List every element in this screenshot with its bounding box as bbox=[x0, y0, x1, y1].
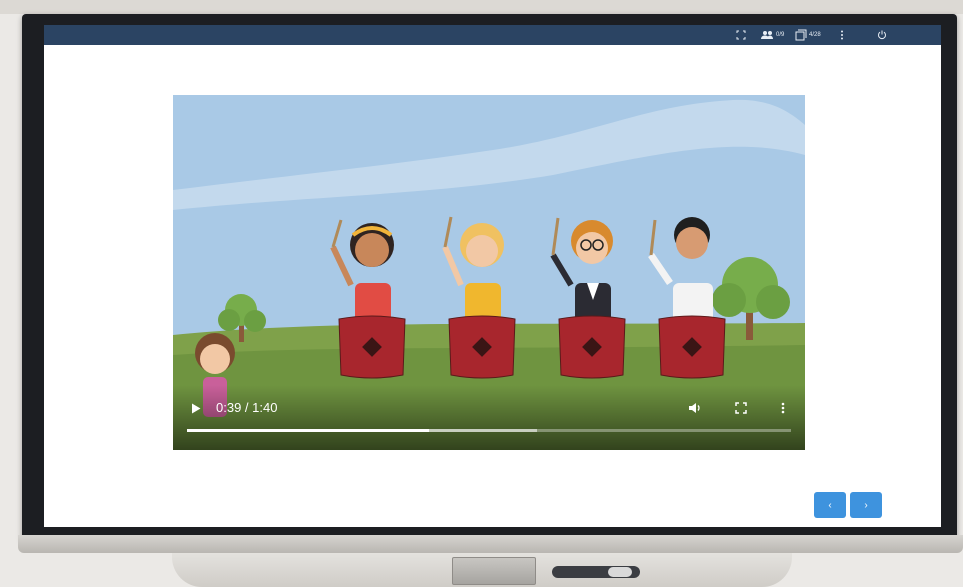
pages-icon bbox=[795, 29, 807, 41]
more-icon[interactable] bbox=[840, 25, 844, 45]
screen: 0/9 4/28 0:39 / 1:40 ‹ › bbox=[44, 25, 941, 527]
participants-count: 0/9 bbox=[776, 32, 785, 38]
top-toolbar: 0/9 4/28 bbox=[44, 25, 941, 45]
volume-icon[interactable] bbox=[687, 400, 703, 416]
video-controls bbox=[173, 385, 805, 450]
stylus-tip bbox=[608, 567, 632, 577]
video-progress-bar[interactable] bbox=[187, 429, 791, 432]
previous-page-button[interactable]: ‹ bbox=[814, 492, 846, 518]
chevron-left-icon: ‹ bbox=[828, 499, 832, 511]
fit-screen-icon[interactable] bbox=[736, 25, 746, 45]
participants-button[interactable]: 0/9 bbox=[760, 25, 784, 45]
pages-button[interactable]: 4/28 bbox=[795, 25, 821, 45]
pages-count: 4/28 bbox=[809, 32, 821, 38]
video-time: 0:39 / 1:40 bbox=[216, 400, 278, 415]
play-icon[interactable] bbox=[189, 401, 203, 415]
video-progress-played bbox=[187, 429, 429, 432]
chevron-right-icon: › bbox=[864, 499, 868, 511]
pen-tray bbox=[452, 557, 536, 585]
wall bbox=[0, 0, 963, 14]
fullscreen-icon[interactable] bbox=[733, 400, 749, 416]
power-icon[interactable] bbox=[877, 25, 887, 45]
video-player[interactable]: 0:39 / 1:40 bbox=[173, 95, 805, 450]
display-frame-bottom bbox=[18, 535, 963, 553]
participants-icon bbox=[760, 30, 774, 40]
next-page-button[interactable]: › bbox=[850, 492, 882, 518]
video-more-icon[interactable] bbox=[777, 400, 789, 416]
